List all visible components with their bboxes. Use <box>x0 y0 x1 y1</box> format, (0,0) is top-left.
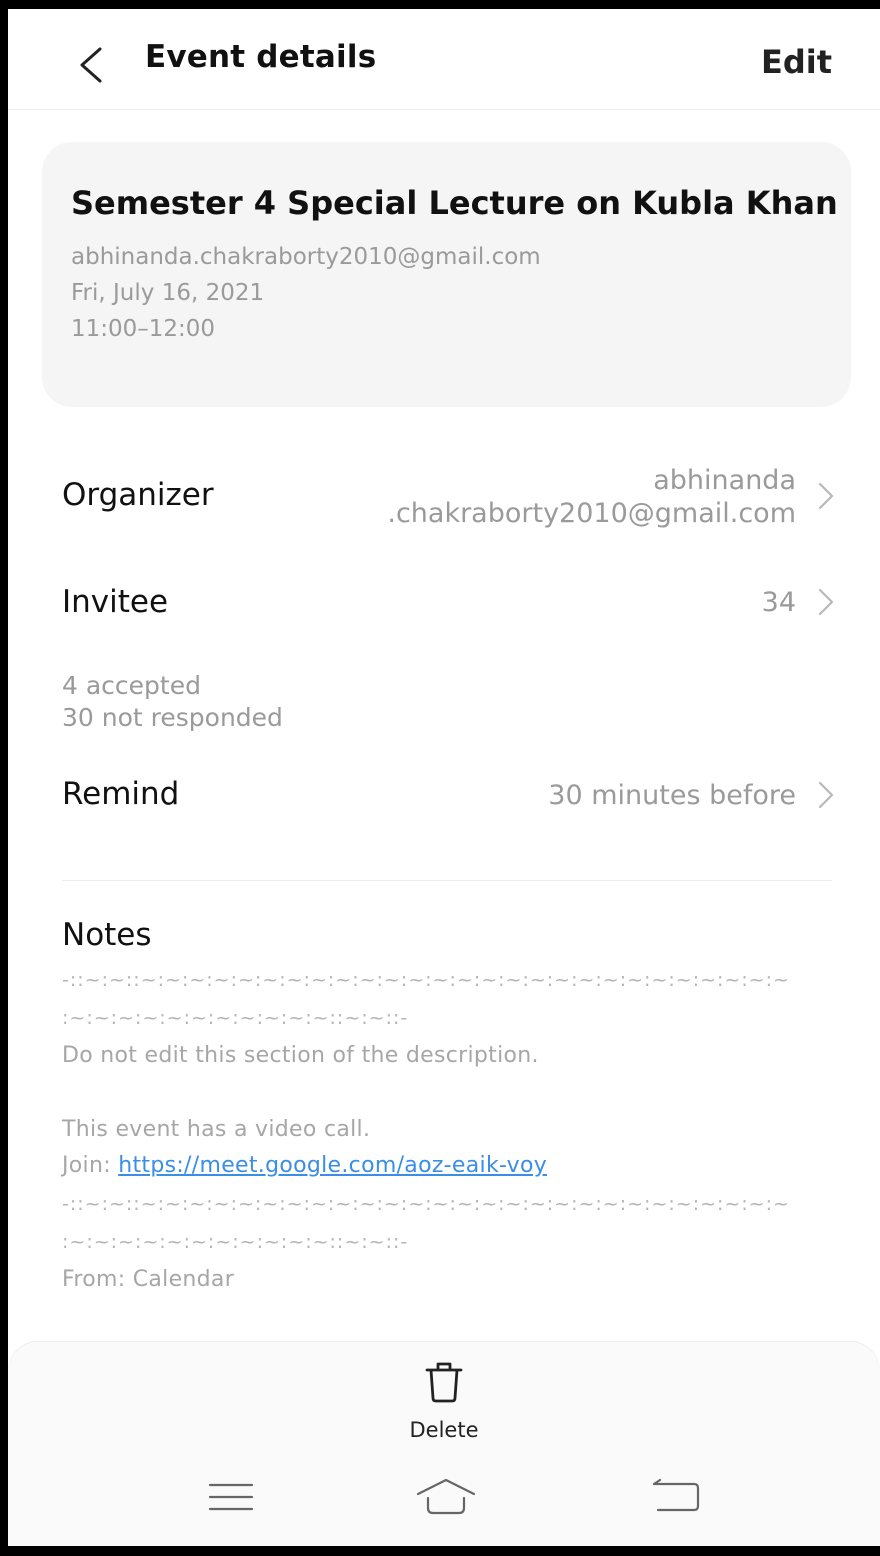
organizer-value-line1: abhinanda <box>653 465 796 496</box>
chevron-left-icon <box>80 47 102 83</box>
event-summary-card: Semester 4 Special Lecture on Kubla Khan… <box>42 142 851 407</box>
back-button[interactable] <box>74 45 110 85</box>
chevron-right-icon <box>818 781 834 809</box>
organizer-label: Organizer <box>62 477 214 513</box>
notes-video-call: This event has a video call. <box>62 1117 371 1142</box>
notes-join-prefix: Join: <box>62 1153 119 1178</box>
notes-warning: Do not edit this section of the descript… <box>62 1043 539 1068</box>
edit-button[interactable]: Edit <box>761 43 832 81</box>
notes-from: From: Calendar <box>62 1267 235 1292</box>
notes-separator: :~:~:~:~:~:~:~:~:~:~:~::~:~::- <box>62 1231 409 1253</box>
header: Event details Edit <box>8 9 880 110</box>
invitee-not-responded: 30 not responded <box>62 703 283 732</box>
event-date: Fri, July 16, 2021 <box>71 280 265 306</box>
organizer-value-line2: .chakraborty2010@gmail.com <box>387 498 796 529</box>
page-title: Event details <box>145 39 377 75</box>
menu-icon[interactable] <box>208 1482 254 1512</box>
event-account: abhinanda.chakraborty2010@gmail.com <box>71 244 541 270</box>
notes-separator: -::~:~::~:~:~:~:~:~:~:~:~:~:~:~:~:~:~:~:… <box>62 1193 790 1215</box>
notes-title: Notes <box>62 917 152 953</box>
divider <box>62 880 832 881</box>
chevron-right-icon <box>818 482 834 510</box>
invitee-accepted: 4 accepted <box>62 671 201 700</box>
invitee-label: Invitee <box>62 584 169 620</box>
home-icon[interactable] <box>414 1476 478 1516</box>
event-title: Semester 4 Special Lecture on Kubla Khan <box>71 184 838 222</box>
remind-label: Remind <box>62 776 180 812</box>
remind-value: 30 minutes before <box>548 780 796 811</box>
delete-label: Delete <box>409 1418 479 1442</box>
notes-join-line: Join: https://meet.google.com/aoz-eaik-v… <box>62 1153 547 1178</box>
bottom-action-bar: Delete <box>8 1342 880 1546</box>
event-time: 11:00–12:00 <box>71 316 216 342</box>
trash-icon <box>425 1362 463 1403</box>
notes-separator: -::~:~::~:~:~:~:~:~:~:~:~:~:~:~:~:~:~:~:… <box>62 969 790 991</box>
organizer-value: abhinanda .chakraborty2010@gmail.com <box>387 464 796 530</box>
meet-link[interactable]: https://meet.google.com/aoz-eaik-voy <box>118 1153 547 1178</box>
notes-separator: :~:~:~:~:~:~:~:~:~:~:~::~:~::- <box>62 1007 409 1029</box>
invitee-count: 34 <box>761 587 796 618</box>
back-icon[interactable] <box>650 1478 702 1514</box>
delete-button[interactable]: Delete <box>394 1360 494 1450</box>
chevron-right-icon <box>818 588 834 616</box>
event-details-screen: Event details Edit Semester 4 Special Le… <box>8 9 880 1546</box>
invitee-row[interactable] <box>48 569 850 639</box>
